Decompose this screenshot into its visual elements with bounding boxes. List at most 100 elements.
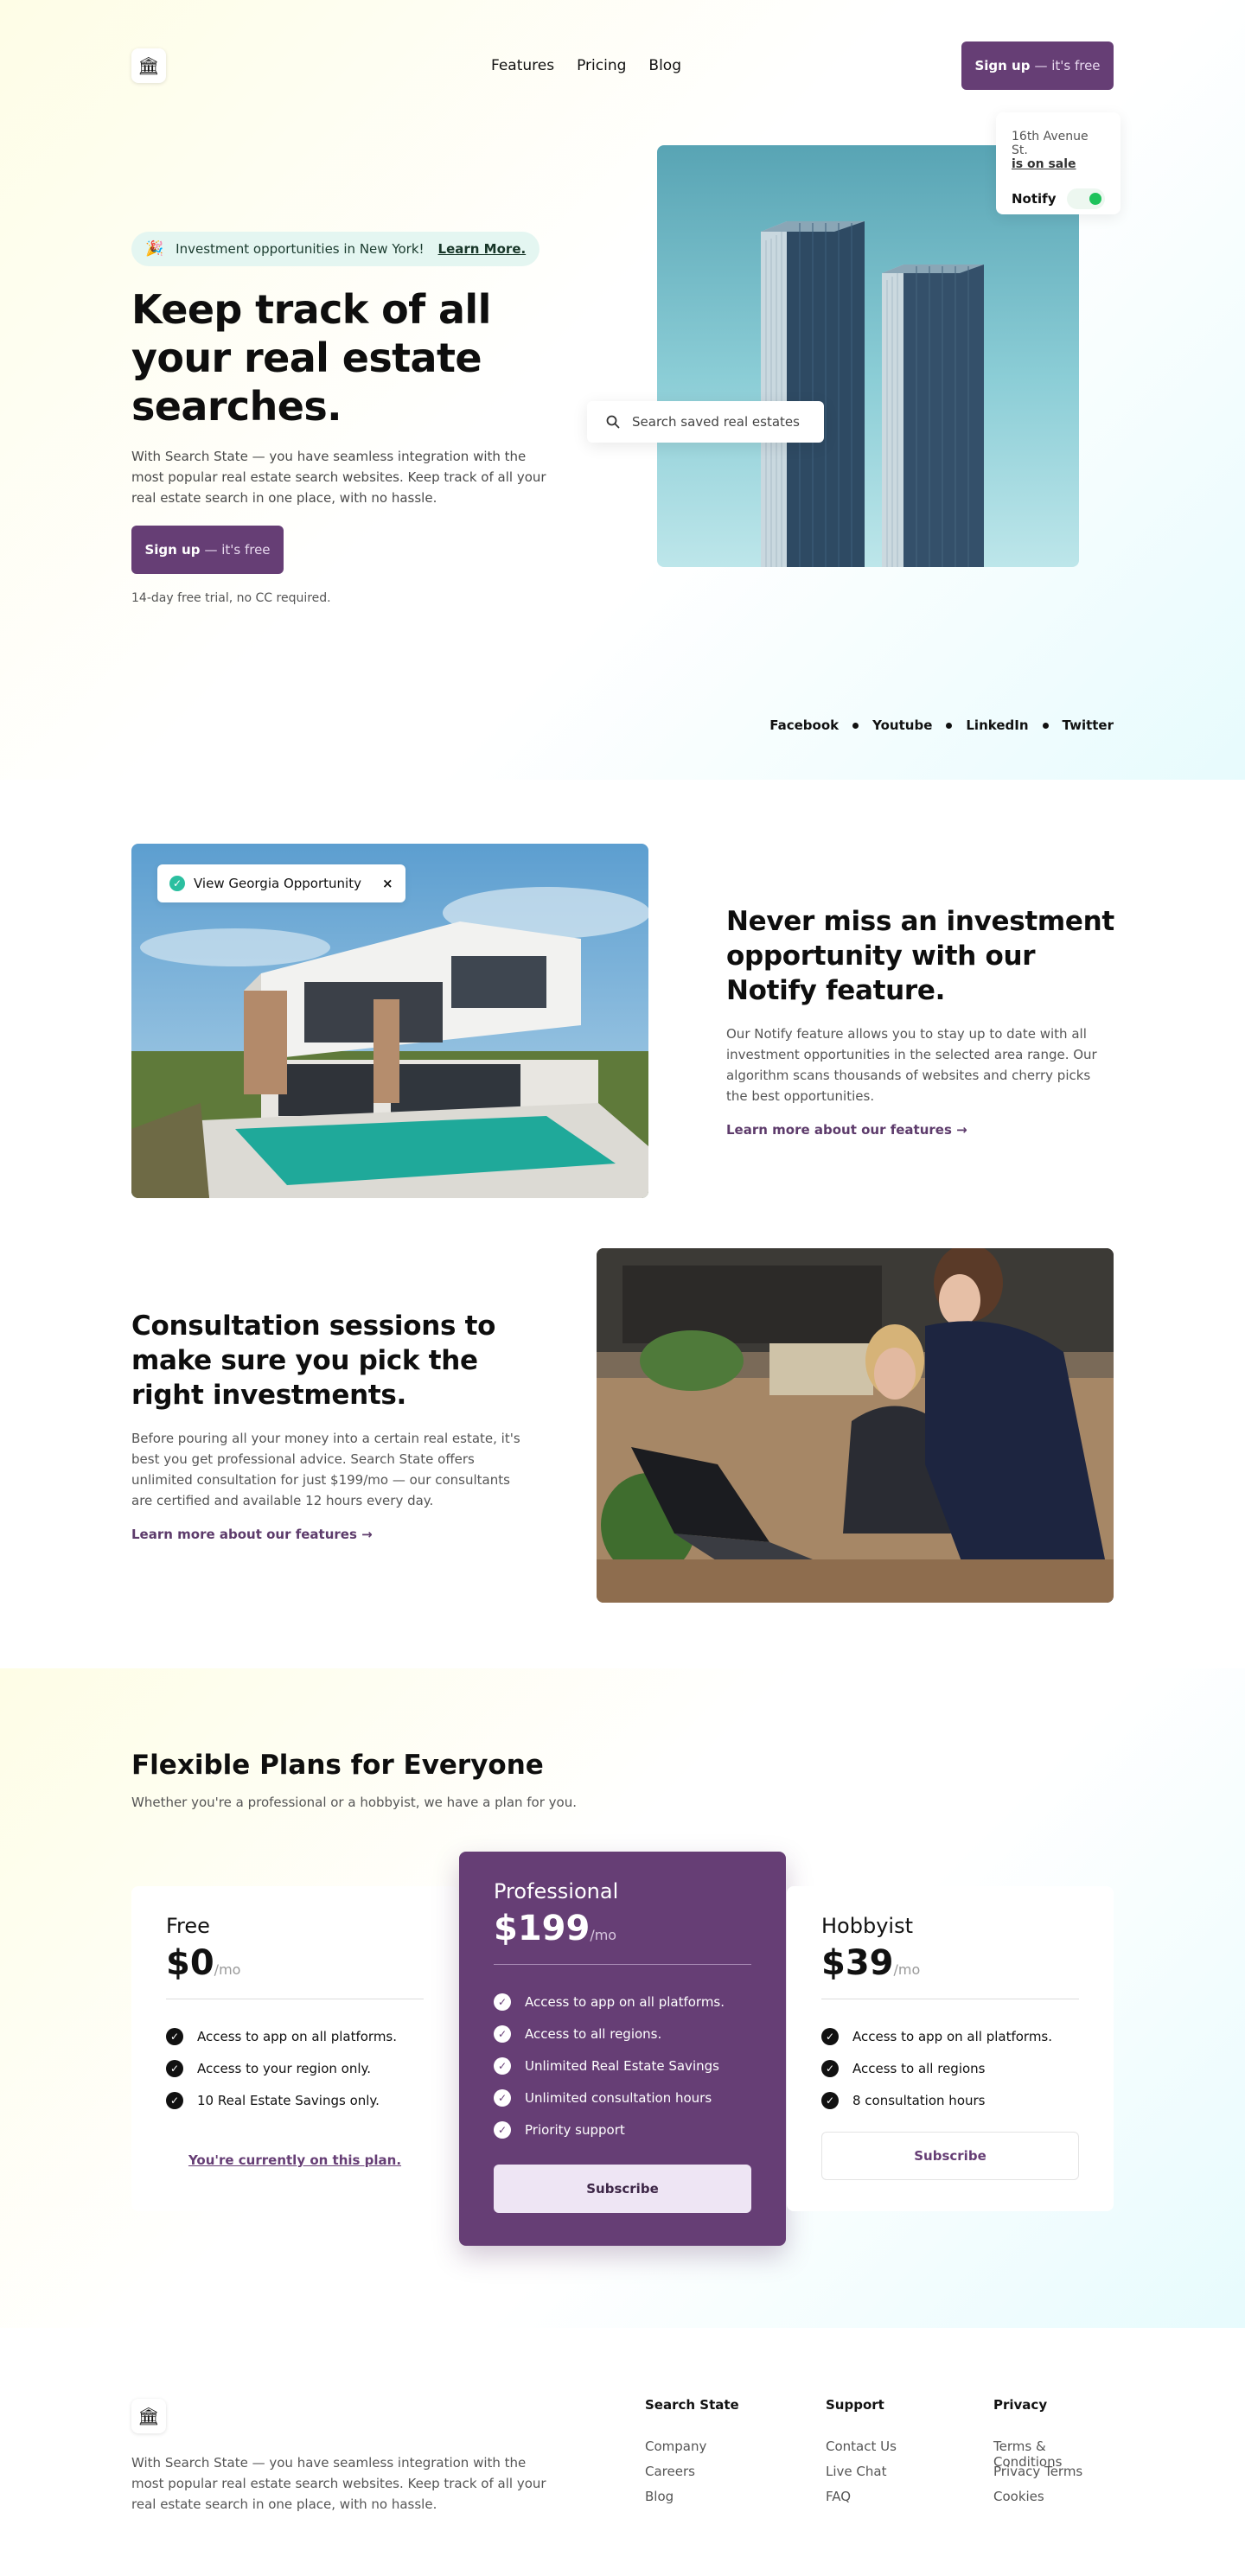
- nav-link-blog[interactable]: Blog: [648, 57, 681, 74]
- price-amount: $0: [166, 1943, 214, 1983]
- separator-dot: [852, 722, 859, 729]
- feature-text: 10 Real Estate Savings only.: [197, 2092, 380, 2108]
- hero-content: 🎉 Investment opportunities in New York! …: [131, 232, 555, 605]
- notify-toggle[interactable]: [1067, 188, 1105, 209]
- feature-text: Never miss an investment opportunity wit…: [726, 904, 1115, 1138]
- price-period: /mo: [893, 1961, 921, 1978]
- list-item: ✓ Access to all regions.: [494, 2018, 751, 2050]
- footer-column-title: Support: [826, 2397, 884, 2413]
- party-icon: 🎉: [145, 240, 164, 258]
- check-icon: ✓: [821, 2059, 839, 2077]
- pricing-section: Flexible Plans for Everyone Whether you'…: [0, 1668, 1245, 2328]
- social-linkedin[interactable]: LinkedIn: [966, 717, 1028, 733]
- feature-title: Consultation sessions to make sure you p…: [131, 1310, 496, 1411]
- house-image: ✓ View Georgia Opportunity ×: [131, 844, 648, 1198]
- signup-sublabel: — it's free: [1034, 58, 1101, 73]
- search-saved-input[interactable]: Search saved real estates: [587, 401, 824, 443]
- list-item: ✓ Access to app on all platforms.: [166, 2020, 424, 2052]
- features-section: ✓ View Georgia Opportunity × Never miss …: [131, 844, 1114, 1603]
- footer-column-search-state: Search State Company Careers Blog: [645, 2397, 739, 2514]
- price-amount: $39: [821, 1943, 894, 1983]
- list-item: ✓ Access to your region only.: [166, 2052, 424, 2084]
- footer-column-title: Privacy: [993, 2397, 1048, 2413]
- feature-consultation: Consultation sessions to make sure you p…: [131, 1248, 1114, 1603]
- footer-link-live-chat[interactable]: Live Chat: [826, 2464, 897, 2489]
- plan-features: ✓ Access to app on all platforms. ✓ Access…: [494, 1986, 751, 2146]
- feature-text: Access to app on all platforms.: [197, 2028, 398, 2044]
- search-icon: [606, 415, 620, 429]
- pricing-subtitle: Whether you're a professional or a hobby…: [131, 1795, 578, 1810]
- plan-card-free: Free $0/mo ✓ Access to app on all platfor…: [131, 1886, 458, 2211]
- price-period: /mo: [590, 1927, 617, 1943]
- logo[interactable]: 🏛: [131, 48, 166, 83]
- separator-dot: [946, 722, 953, 729]
- pricing-title: Flexible Plans for Everyone: [131, 1750, 544, 1781]
- learn-more-features-link[interactable]: Learn more about our features →: [131, 1527, 373, 1542]
- list-item: ✓ Priority support: [494, 2114, 751, 2146]
- notify-card: 16th Avenue St. is on sale Notify: [996, 112, 1120, 214]
- signup-label: Sign up: [974, 58, 1031, 73]
- search-placeholder: Search saved real estates: [632, 414, 800, 430]
- notify-label: Notify: [1012, 191, 1057, 207]
- badge-text: View Georgia Opportunity: [194, 876, 361, 891]
- feature-text: Access to app on all platforms.: [525, 1993, 725, 2010]
- footer-link-blog[interactable]: Blog: [645, 2489, 739, 2514]
- feature-text: Unlimited Real Estate Savings: [525, 2057, 719, 2074]
- footer-column-title: Search State: [645, 2397, 739, 2413]
- plan-price: $0/mo: [166, 1943, 424, 1983]
- footer-column-support: Support Contact Us Live Chat FAQ: [826, 2397, 897, 2514]
- check-icon: ✓: [166, 2027, 183, 2045]
- footer-logo[interactable]: 🏛: [131, 2399, 166, 2433]
- learn-more-features-link[interactable]: Learn more about our features →: [726, 1122, 967, 1138]
- footer-description: With Search State — you have seamless in…: [131, 2455, 546, 2512]
- plan-card-hobbyist: Hobbyist $39/mo ✓ Access to app on all pl…: [787, 1886, 1114, 2211]
- notify-status[interactable]: is on sale: [1012, 157, 1105, 171]
- list-item: ✓ 8 consultation hours: [821, 2084, 1079, 2116]
- footer-link-cookies[interactable]: Cookies: [993, 2489, 1114, 2514]
- footer-link-privacy-terms[interactable]: Privacy Terms: [993, 2464, 1114, 2489]
- social-facebook[interactable]: Facebook: [769, 717, 839, 733]
- footer-column-privacy: Privacy Terms & Conditions Privacy Terms…: [993, 2397, 1114, 2514]
- footer-link-terms[interactable]: Terms & Conditions: [993, 2439, 1114, 2470]
- trial-note: 14-day free trial, no CC required.: [131, 591, 331, 605]
- check-icon: ✓: [494, 2056, 511, 2075]
- price-amount: $199: [494, 1909, 591, 1948]
- georgia-opportunity-badge[interactable]: ✓ View Georgia Opportunity ×: [157, 864, 405, 902]
- plan-card-professional: Professional $199/mo ✓ Access to app on a…: [459, 1852, 786, 2246]
- announcement-pill: 🎉 Investment opportunities in New York! …: [131, 232, 540, 266]
- feature-text: 8 consultation hours: [852, 2092, 986, 2108]
- list-item: ✓ Access to app on all platforms.: [821, 2020, 1079, 2052]
- list-item: ✓ Unlimited consultation hours: [494, 2082, 751, 2114]
- feature-title: Never miss an investment opportunity wit…: [726, 906, 1114, 1006]
- footer-link-contact[interactable]: Contact Us: [826, 2439, 897, 2464]
- hero-title: Keep track of all your real estate searc…: [131, 286, 491, 430]
- consultation-image: [597, 1248, 1114, 1603]
- nav-signup-button[interactable]: Sign up — it's free: [961, 41, 1114, 90]
- check-icon: ✓: [494, 1993, 511, 2011]
- nav-link-features[interactable]: Features: [491, 57, 554, 74]
- nav-links: Features Pricing Blog: [491, 57, 681, 74]
- learn-more-link[interactable]: Learn More.: [438, 241, 527, 257]
- footer-link-faq[interactable]: FAQ: [826, 2489, 897, 2514]
- top-nav: 🏛 Features Pricing Blog Sign up — it's f…: [131, 0, 1114, 131]
- social-youtube[interactable]: Youtube: [872, 717, 932, 733]
- hero-signup-button[interactable]: Sign up — it's free: [131, 526, 284, 574]
- feature-text: Consultation sessions to make sure you p…: [131, 1309, 520, 1542]
- price-period: /mo: [214, 1961, 241, 1978]
- social-twitter[interactable]: Twitter: [1063, 717, 1114, 733]
- subscribe-button-hobbyist[interactable]: Subscribe: [821, 2132, 1079, 2180]
- list-item: ✓ 10 Real Estate Savings only.: [166, 2084, 424, 2116]
- nav-link-pricing[interactable]: Pricing: [577, 57, 626, 74]
- check-icon: ✓: [169, 876, 185, 891]
- plans: Free $0/mo ✓ Access to app on all platfor…: [131, 1852, 1114, 2258]
- subscribe-button-professional[interactable]: Subscribe: [494, 2165, 751, 2213]
- close-icon[interactable]: ×: [382, 876, 393, 891]
- signup-label: Sign up: [144, 542, 201, 558]
- current-plan-link[interactable]: You're currently on this plan.: [166, 2152, 424, 2168]
- feature-description: Our Notify feature allows you to stay up…: [726, 1026, 1097, 1104]
- footer: 🏛 With Search State — you have seamless …: [131, 2328, 1114, 2576]
- list-item: ✓ Access to all regions: [821, 2052, 1079, 2084]
- footer-link-careers[interactable]: Careers: [645, 2464, 739, 2489]
- footer-link-company[interactable]: Company: [645, 2439, 739, 2464]
- feature-notify: ✓ View Georgia Opportunity × Never miss …: [131, 844, 1114, 1198]
